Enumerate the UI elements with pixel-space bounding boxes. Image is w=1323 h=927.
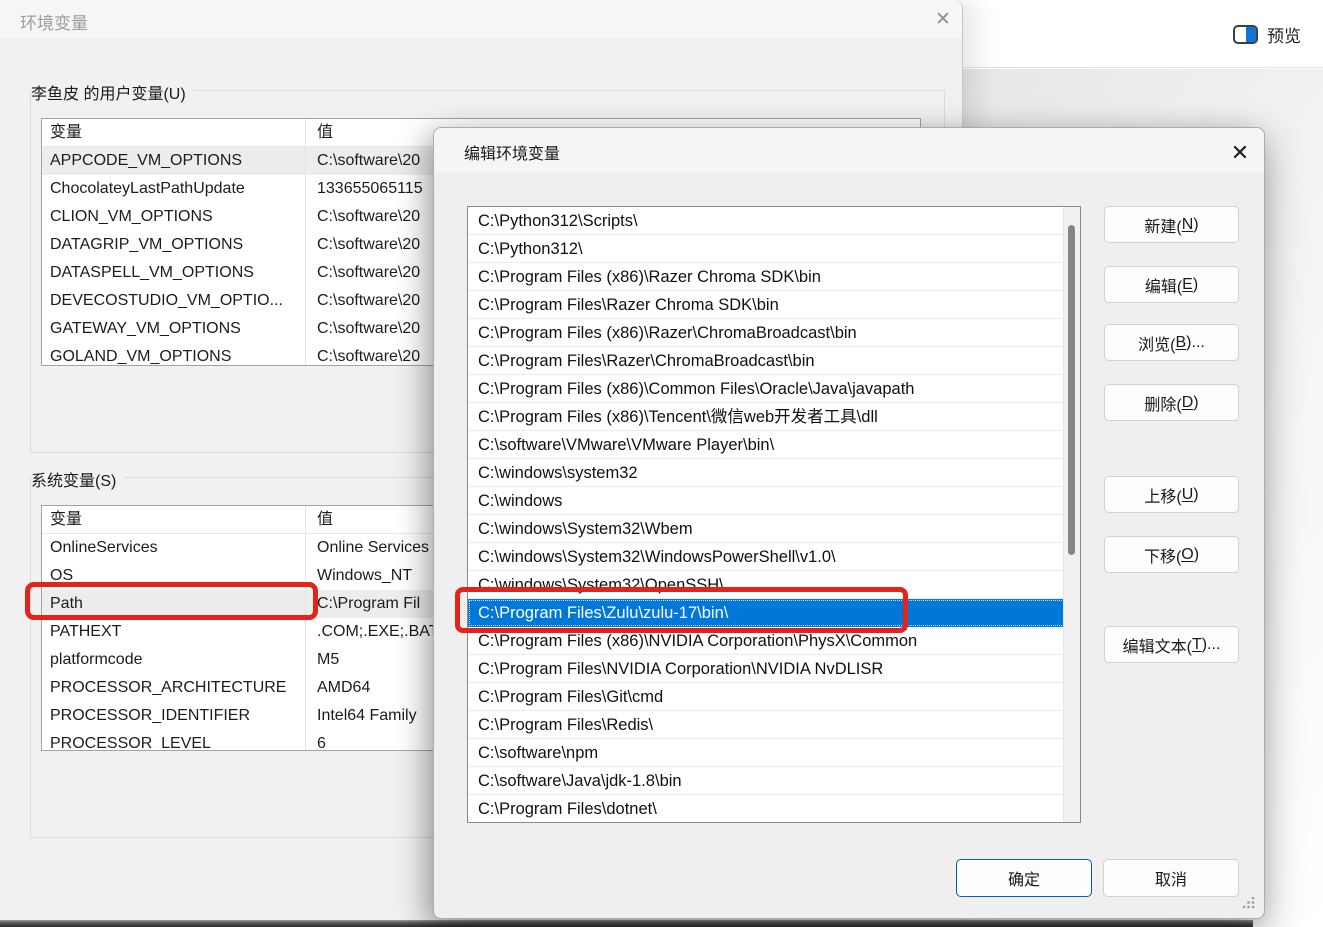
button-label: B [1176,334,1187,352]
variable-name: PROCESSOR_LEVEL [42,730,305,751]
button-label: 浏览( [1138,331,1175,355]
edit-environment-variable-dialog: 编辑环境变量 ✕ C:\Python312\Scripts\C:\Python3… [433,127,1265,919]
button-label: D [1182,394,1194,412]
path-list-item[interactable]: C:\Program Files (x86)\Common Files\Orac… [468,375,1065,403]
button-label: T [1192,636,1202,654]
app-toolbar: 预览 [963,0,1323,68]
ok-button[interactable]: 确定 [956,859,1092,897]
resize-grip-icon[interactable] [1240,894,1256,910]
edit-text-button[interactable]: 编辑文本(T)... [1104,626,1239,663]
scrollbar-thumb[interactable] [1068,225,1075,555]
close-icon[interactable]: ✕ [925,5,961,34]
column-header-variable: 变量 [42,119,305,146]
path-list-item[interactable]: C:\Program Files (x86)\Tencent\微信web开发者工… [468,403,1065,431]
button-label: ) [1193,216,1198,234]
button-label: 上移( [1144,483,1181,507]
variable-name: DATASPELL_VM_OPTIONS [42,259,305,287]
move-up-button[interactable]: 上移(U) [1104,476,1239,513]
variable-name: platformcode [42,646,305,674]
variable-name: PROCESSOR_ARCHITECTURE [42,674,305,702]
button-label: )... [1202,636,1221,654]
variable-name: GATEWAY_VM_OPTIONS [42,315,305,343]
path-list-item[interactable]: C:\Program Files\Git\cmd [468,683,1065,711]
button-label: )... [1186,334,1205,352]
button-label: E [1182,276,1193,294]
path-list-item-selected[interactable]: C:\Program Files\Zulu\zulu-17\bin\ [468,599,1065,627]
scrollbar-track[interactable] [1063,207,1080,822]
button-label: ) [1193,276,1198,294]
path-listbox[interactable]: C:\Python312\Scripts\C:\Python312\C:\Pro… [467,206,1081,823]
column-divider [305,119,306,365]
variable-name: APPCODE_VM_OPTIONS [42,147,305,175]
path-list: C:\Python312\Scripts\C:\Python312\C:\Pro… [468,207,1080,823]
cancel-button[interactable]: 取消 [1103,859,1239,897]
path-list-item[interactable]: C:\windows\system32 [468,459,1065,487]
delete-button[interactable]: 删除(D) [1104,384,1239,421]
preview-split-icon [1233,25,1258,44]
path-list-item[interactable]: C:\software\npm [468,739,1065,767]
path-list-item[interactable]: C:\Program Files (x86)\NVIDIA Corporatio… [468,627,1065,655]
path-list-item[interactable]: C:\windows [468,487,1065,515]
path-list-item[interactable]: C:\Program Files\NVIDIA Corporation\NVID… [468,655,1065,683]
path-list-item[interactable]: C:\windows\System32\OpenSSH\ [468,571,1065,599]
dialog-title: 编辑环境变量 [464,140,560,164]
column-divider [305,506,306,750]
preview-toggle-button[interactable]: 预览 [1233,22,1301,47]
path-list-item[interactable]: C:\software\Java\jdk-1.8\bin [468,767,1065,795]
edit-button[interactable]: 编辑(E) [1104,266,1239,303]
path-list-item[interactable]: C:\Program Files\dotnet\ [468,795,1065,823]
button-label: N [1182,216,1194,234]
user-variables-label: 李鱼皮 的用户变量(U) [31,80,194,104]
variable-name: DEVECOSTUDIO_VM_OPTIO... [42,287,305,315]
variable-name: PROCESSOR_IDENTIFIER [42,702,305,730]
button-label: 编辑( [1145,273,1182,297]
system-variables-label: 系统变量(S) [31,467,124,491]
variable-name: Path [42,590,305,618]
path-list-item[interactable]: C:\software\VMware\VMware Player\bin\ [468,431,1065,459]
screen: 预览 环境变量 ✕ 李鱼皮 的用户变量(U) 变量 值 APPCODE_VM_O… [0,0,1323,927]
variable-name: ChocolateyLastPathUpdate [42,175,305,203]
close-icon[interactable]: ✕ [1220,136,1260,170]
move-down-button[interactable]: 下移(O) [1104,536,1239,573]
path-list-item[interactable]: C:\windows\System32\WindowsPowerShell\v1… [468,543,1065,571]
path-list-item[interactable]: C:\Program Files (x86)\Razer Chroma SDK\… [468,263,1065,291]
browse-button[interactable]: 浏览(B)... [1104,324,1239,361]
env-window-title: 环境变量 [20,9,88,34]
variable-name: GOLAND_VM_OPTIONS [42,343,305,366]
variable-name: PATHEXT [42,618,305,646]
button-label: U [1182,486,1194,504]
new-button[interactable]: 新建(N) [1104,206,1239,243]
variable-name: OS [42,562,305,590]
path-list-item[interactable]: C:\Program Files\Razer\ChromaBroadcast\b… [468,347,1065,375]
path-list-item[interactable]: C:\Program Files\Razer Chroma SDK\bin [468,291,1065,319]
path-list-item[interactable]: C:\windows\System32\Wbem [468,515,1065,543]
column-header-variable: 变量 [42,506,305,533]
button-label: 编辑文本( [1123,633,1192,657]
button-label: 下移( [1144,543,1181,567]
path-list-item[interactable]: C:\Program Files\Redis\ [468,711,1065,739]
path-list-item[interactable]: C:\Python312\Scripts\ [468,207,1065,235]
button-label: ) [1193,486,1198,504]
variable-name: CLION_VM_OPTIONS [42,203,305,231]
button-label: 新建( [1144,213,1181,237]
button-label: ) [1194,546,1199,564]
variable-name: OnlineServices [42,534,305,562]
variable-name: DATAGRIP_VM_OPTIONS [42,231,305,259]
button-label: ) [1193,394,1198,412]
path-list-item[interactable]: C:\Program Files (x86)\Razer\ChromaBroad… [468,319,1065,347]
button-label: 删除( [1144,391,1181,415]
path-list-item[interactable]: C:\Python312\ [468,235,1065,263]
preview-toggle-label: 预览 [1267,22,1301,47]
button-label: O [1181,546,1193,564]
window-bottom-edge [0,920,1253,927]
env-window-titlebar: 环境变量 ✕ [0,0,962,38]
